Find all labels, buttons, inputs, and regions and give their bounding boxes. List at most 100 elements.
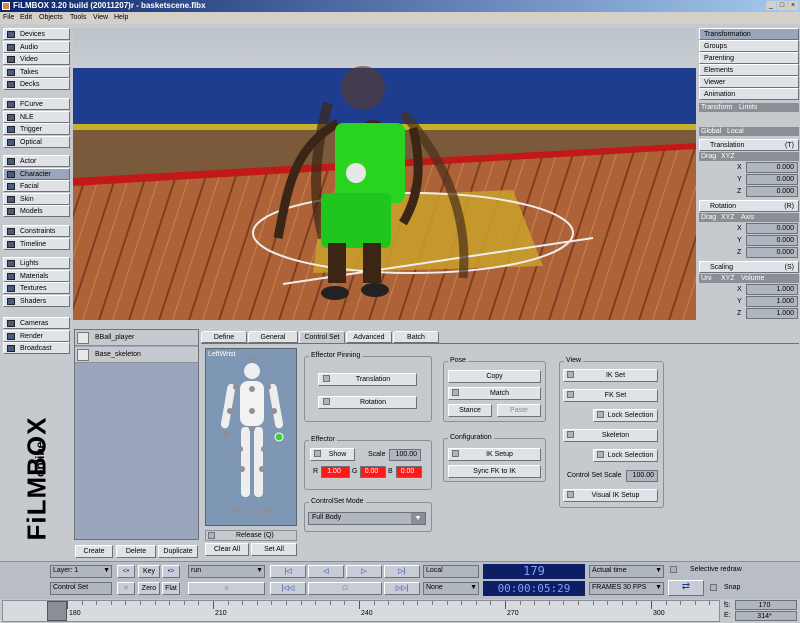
sidebar-item-video[interactable]: Video (3, 53, 70, 65)
rotation-z-field[interactable]: 0.000 (746, 247, 798, 258)
tab-general[interactable]: General (248, 331, 298, 343)
menu-tools[interactable]: Tools (70, 14, 86, 21)
tab-batch[interactable]: Batch (393, 331, 439, 343)
scaling-z-field[interactable]: 1.000 (746, 308, 798, 319)
pin-rotation-button[interactable]: Rotation (318, 396, 417, 409)
copy-button[interactable]: Copy (448, 370, 541, 383)
ik-setup-checkbox[interactable] (452, 450, 459, 457)
right-tab-elements[interactable]: Elements (699, 64, 799, 76)
translation-z-field[interactable]: 0.000 (746, 186, 798, 197)
lock-selection-checkbox[interactable] (597, 411, 604, 418)
sidebar-item-cameras[interactable]: Cameras (3, 317, 70, 329)
maximize-button[interactable]: □ (777, 1, 787, 10)
prev-frame-button[interactable]: |◁◁ (270, 582, 306, 595)
fps-dropdown[interactable]: FRAMES 30 FPS ▼ (589, 582, 664, 595)
right-tab-animation[interactable]: Animation (699, 88, 799, 100)
sidebar-item-shaders[interactable]: Shaders (3, 294, 70, 307)
clear-all-button[interactable]: Clear All (205, 543, 249, 556)
sidebar-item-optical[interactable]: Optical (3, 135, 70, 148)
effector-g-field[interactable]: 0.00 (360, 466, 386, 478)
sidebar-item-lights[interactable]: Lights (3, 257, 70, 269)
sidebar-item-constraints[interactable]: Constraints (3, 225, 70, 237)
sidebar-item-nle[interactable]: NLE (3, 110, 70, 123)
prev-key-button[interactable]: <• (117, 565, 135, 578)
flat-button[interactable]: Flat (162, 582, 180, 595)
ik-setup-button[interactable]: IK Setup (448, 448, 541, 461)
skeleton-button[interactable]: Skeleton (563, 429, 658, 442)
translation-mode-drag[interactable]: Drag (701, 153, 716, 160)
step-back-button[interactable]: ◁ (308, 565, 344, 578)
match-checkbox[interactable] (452, 389, 459, 396)
sidebar-item-trigger[interactable]: Trigger (3, 123, 70, 135)
create-button[interactable]: Create (75, 545, 113, 558)
controlset-mode-dropdown[interactable]: Full Body ▼ (308, 512, 426, 525)
visual-ik-checkbox[interactable] (567, 491, 574, 498)
tab-advanced[interactable]: Advanced (346, 331, 392, 343)
selective-redraw-toggle[interactable]: Selective redraw (670, 566, 798, 577)
key-button[interactable]: Key (138, 565, 160, 578)
goto-end-button[interactable]: ▷| (384, 565, 420, 578)
pin-translation-checkbox[interactable] (323, 375, 330, 382)
selective-redraw-checkbox[interactable] (670, 566, 677, 573)
effector-r-field[interactable]: 1.00 (321, 466, 350, 478)
translation-mode-xyz[interactable]: XYZ (721, 153, 735, 160)
pin-translation-button[interactable]: Translation (318, 373, 417, 386)
space-local[interactable]: Local (727, 128, 744, 135)
loop-button[interactable]: ⇄ (668, 580, 704, 596)
rotation-mode-xyz[interactable]: XYZ (721, 214, 735, 221)
rotation-x-field[interactable]: 0.000 (746, 223, 798, 234)
ik-set-checkbox[interactable] (567, 371, 574, 378)
lock-selection-2-button[interactable]: Lock Selection (593, 449, 658, 462)
release-row[interactable]: Release (Q) (205, 530, 297, 541)
translation-x-field[interactable]: 0.000 (746, 162, 798, 173)
visual-ik-setup-button[interactable]: Visual IK Setup (563, 489, 658, 502)
list-item[interactable]: BBall_player (75, 330, 198, 346)
sidebar-item-materials[interactable]: Materials (3, 269, 70, 282)
scaling-y-field[interactable]: 1.000 (746, 296, 798, 307)
ik-set-button[interactable]: IK Set (563, 369, 658, 382)
menu-file[interactable]: File (3, 14, 14, 21)
translation-button[interactable]: Translation (T) (699, 139, 799, 151)
sidebar-item-character[interactable]: Character (3, 167, 70, 180)
stop-button[interactable]: □ (308, 582, 382, 595)
sidebar-item-render[interactable]: Render (3, 329, 70, 342)
sidebar-item-audio[interactable]: Audio (3, 40, 70, 53)
local-dropdown[interactable]: Local (423, 565, 479, 578)
menu-help[interactable]: Help (114, 14, 128, 21)
figure-panel[interactable]: LeftWrist (205, 348, 297, 526)
snap-toggle[interactable]: Snap (710, 584, 750, 595)
record-button[interactable]: ○ (188, 582, 265, 595)
right-tab-viewer[interactable]: Viewer (699, 76, 799, 88)
delete-button[interactable]: Delete (116, 545, 156, 558)
list-item[interactable]: Base_skeleton (75, 347, 198, 363)
sidebar-item-actor[interactable]: Actor (3, 155, 70, 167)
rotation-y-field[interactable]: 0.000 (746, 235, 798, 246)
rotation-button[interactable]: Rotation (R) (699, 200, 799, 212)
frame-counter[interactable]: 179 (483, 564, 585, 579)
duplicate-button[interactable]: Duplicate (158, 545, 198, 558)
show-effector-button[interactable]: Show (310, 448, 355, 461)
next-frame-button[interactable]: ▷▷| (384, 582, 420, 595)
zero-button[interactable]: Zero (138, 582, 160, 595)
sidebar-item-skin[interactable]: Skin (3, 192, 70, 205)
fk-set-checkbox[interactable] (567, 391, 574, 398)
scaling-button[interactable]: Scaling (S) (699, 261, 799, 273)
tab-control-set[interactable]: Control Set (299, 331, 345, 343)
control-set-scale-field[interactable]: 100.00 (626, 470, 658, 482)
time-mode-dropdown[interactable]: Actual time ▼ (589, 565, 664, 578)
play-button[interactable]: ▷ (346, 565, 382, 578)
paste-button[interactable]: Paste (497, 404, 541, 417)
end-frame-field[interactable]: 314* (735, 611, 797, 621)
set-all-button[interactable]: Set All (251, 543, 297, 556)
lock-selection-button[interactable]: Lock Selection (593, 409, 658, 422)
delete-key-button[interactable]: ✕ (117, 582, 135, 595)
stance-button[interactable]: Stance (448, 404, 492, 417)
layer-dropdown[interactable]: Layer: 1 ▼ (50, 565, 112, 578)
sidebar-item-fcurve[interactable]: FCurve (3, 98, 70, 110)
start-frame-field[interactable]: 170 (735, 600, 797, 610)
subtab-transform[interactable]: Transform (701, 104, 733, 111)
skeleton-checkbox[interactable] (567, 431, 574, 438)
timecode-display[interactable]: 00:00:05:29 (483, 581, 585, 596)
space-global[interactable]: Global (701, 128, 721, 135)
effector-b-field[interactable]: 0.00 (396, 466, 422, 478)
